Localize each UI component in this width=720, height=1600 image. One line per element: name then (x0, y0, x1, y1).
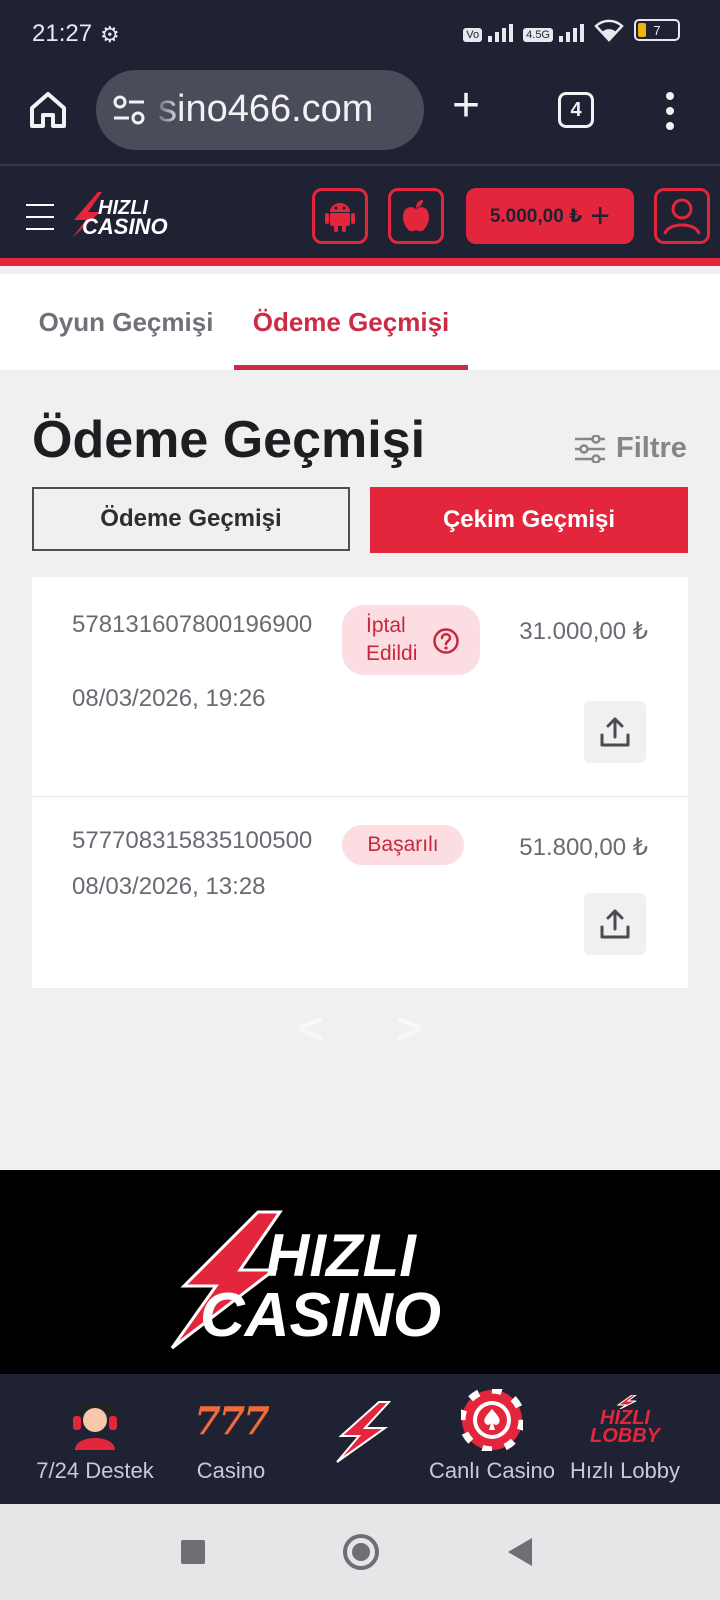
settings-gear-icon: ⚙ (100, 22, 120, 47)
nav-label: 7/24 Destek (36, 1458, 154, 1483)
transaction-id: 577708315835100500 (72, 827, 313, 854)
android-icon (325, 203, 355, 232)
system-navigation-bar (0, 1504, 720, 1600)
status-time: 21:27 (32, 20, 93, 47)
svg-text:CASINO: CASINO (82, 214, 168, 239)
status-badge-cancelled: İptal Edildi (342, 605, 480, 675)
home-circle-icon[interactable] (343, 1534, 379, 1570)
new-tab-plus-icon[interactable]: + (452, 82, 480, 130)
status-bar: 21:27 ⚙ Vo 4.5G 7 (0, 0, 720, 66)
ios-app-button[interactable] (388, 188, 444, 244)
transaction-date: 08/03/2026, 13:28 (72, 873, 266, 900)
transaction-amount: 31.000,00 ₺ (519, 618, 648, 645)
nav-item-hizli-lobby[interactable]: HIZLI LOBBY Hızlı Lobby (560, 1374, 690, 1504)
plus-icon: + (590, 197, 611, 235)
address-bar[interactable]: sino466.com (96, 70, 424, 150)
poker-chip-icon (460, 1388, 524, 1452)
android-app-button[interactable] (312, 188, 368, 244)
tab-game-history[interactable]: Oyun Geçmişi (26, 274, 226, 370)
pager-next-button[interactable]: > (396, 1004, 422, 1053)
browser-toolbar: sino466.com + 4 (0, 66, 720, 166)
status-text-line1: İptal (366, 614, 406, 637)
history-tabs: Oyun Geçmişi Ödeme Geçmişi (0, 274, 720, 370)
signal-strength-icon: Vo (463, 18, 514, 42)
recent-apps-icon[interactable] (181, 1540, 205, 1564)
tab-payment-history[interactable]: Ödeme Geçmişi (234, 274, 468, 370)
lightning-logo-icon (329, 1400, 393, 1464)
url-text: sino466.com (158, 88, 374, 130)
transaction-row: 577708315835100500 Başarılı 51.800,00 ₺ … (32, 797, 688, 988)
share-upload-icon (600, 717, 630, 747)
nav-item-support[interactable]: 7/24 Destek (30, 1374, 160, 1504)
slot-777-icon: 777 (194, 1397, 269, 1443)
page-title: Ödeme Geçmişi (32, 411, 426, 469)
transaction-list: 578131607800196900 İptal Edildi 31.000,0… (32, 577, 688, 988)
share-upload-icon (600, 909, 630, 939)
transaction-id: 578131607800196900 (72, 611, 313, 638)
share-receipt-button[interactable] (584, 701, 646, 763)
svg-text:CASINO: CASINO (200, 1281, 441, 1350)
home-icon[interactable] (26, 88, 70, 132)
battery-icon: 7 (634, 19, 680, 41)
back-triangle-icon[interactable] (508, 1538, 532, 1566)
nav-label: Hızlı Lobby (569, 1458, 681, 1483)
question-help-icon[interactable] (432, 627, 460, 655)
bottom-navigation: 7/24 Destek 777 Casino Canlı Casino HIZL… (0, 1374, 720, 1504)
nav-item-home[interactable] (316, 1374, 406, 1504)
user-icon (663, 198, 701, 235)
share-receipt-button[interactable] (584, 893, 646, 955)
filter-button[interactable]: Filtre (574, 432, 687, 465)
withdrawal-history-segment[interactable]: Çekim Geçmişi (370, 487, 688, 553)
transaction-amount: 51.800,00 ₺ (519, 834, 648, 861)
transaction-date: 08/03/2026, 19:26 (72, 685, 266, 712)
svg-text:HIZLI: HIZLI (266, 1222, 417, 1289)
balance-deposit-button[interactable]: 5.000,00 ₺ + (466, 188, 634, 244)
battery-level: 7 (653, 22, 661, 38)
payment-history-segment[interactable]: Ödeme Geçmişi (32, 487, 350, 551)
balance-amount: 5.000,00 ₺ (489, 205, 583, 227)
hizli-lobby-icon: HIZLI LOBBY (590, 1388, 660, 1452)
hamburger-menu-icon[interactable] (26, 204, 54, 230)
support-agent-icon (63, 1388, 127, 1452)
active-tab-indicator (234, 365, 468, 370)
hizli-casino-logo[interactable]: HIZLI CASINO (68, 190, 216, 240)
nav-item-casino[interactable]: 777 Casino (166, 1374, 296, 1504)
site-header: HIZLI CASINO 5.000,00 ₺ + (0, 166, 720, 266)
footer-logo-band: HIZLI CASINO (0, 1170, 720, 1374)
pager-prev-button[interactable]: < (298, 1004, 324, 1053)
status-icons: Vo 4.5G 7 (463, 18, 680, 42)
status-badge-success: Başarılı (342, 825, 464, 865)
apple-icon (403, 200, 429, 232)
tab-switcher-button[interactable]: 4 (558, 92, 594, 128)
hizli-casino-footer-logo: HIZLI CASINO (170, 1210, 441, 1350)
signal-strength-4g-icon: 4.5G (523, 18, 584, 42)
nav-item-live-casino[interactable]: Canlı Casino (424, 1374, 560, 1504)
browser-menu-icon[interactable] (664, 92, 676, 130)
filter-sliders-icon (575, 434, 605, 463)
user-account-button[interactable] (654, 188, 710, 244)
nav-label: Canlı Casino (429, 1458, 555, 1483)
site-settings-icon[interactable] (112, 94, 146, 126)
nav-label: Casino (196, 1458, 266, 1483)
status-text-line2: Edildi (366, 642, 418, 665)
filter-label: Filtre (616, 432, 687, 464)
pagination: < > (298, 1004, 422, 1053)
wifi-icon (594, 19, 624, 42)
transaction-row: 578131607800196900 İptal Edildi 31.000,0… (32, 577, 688, 797)
